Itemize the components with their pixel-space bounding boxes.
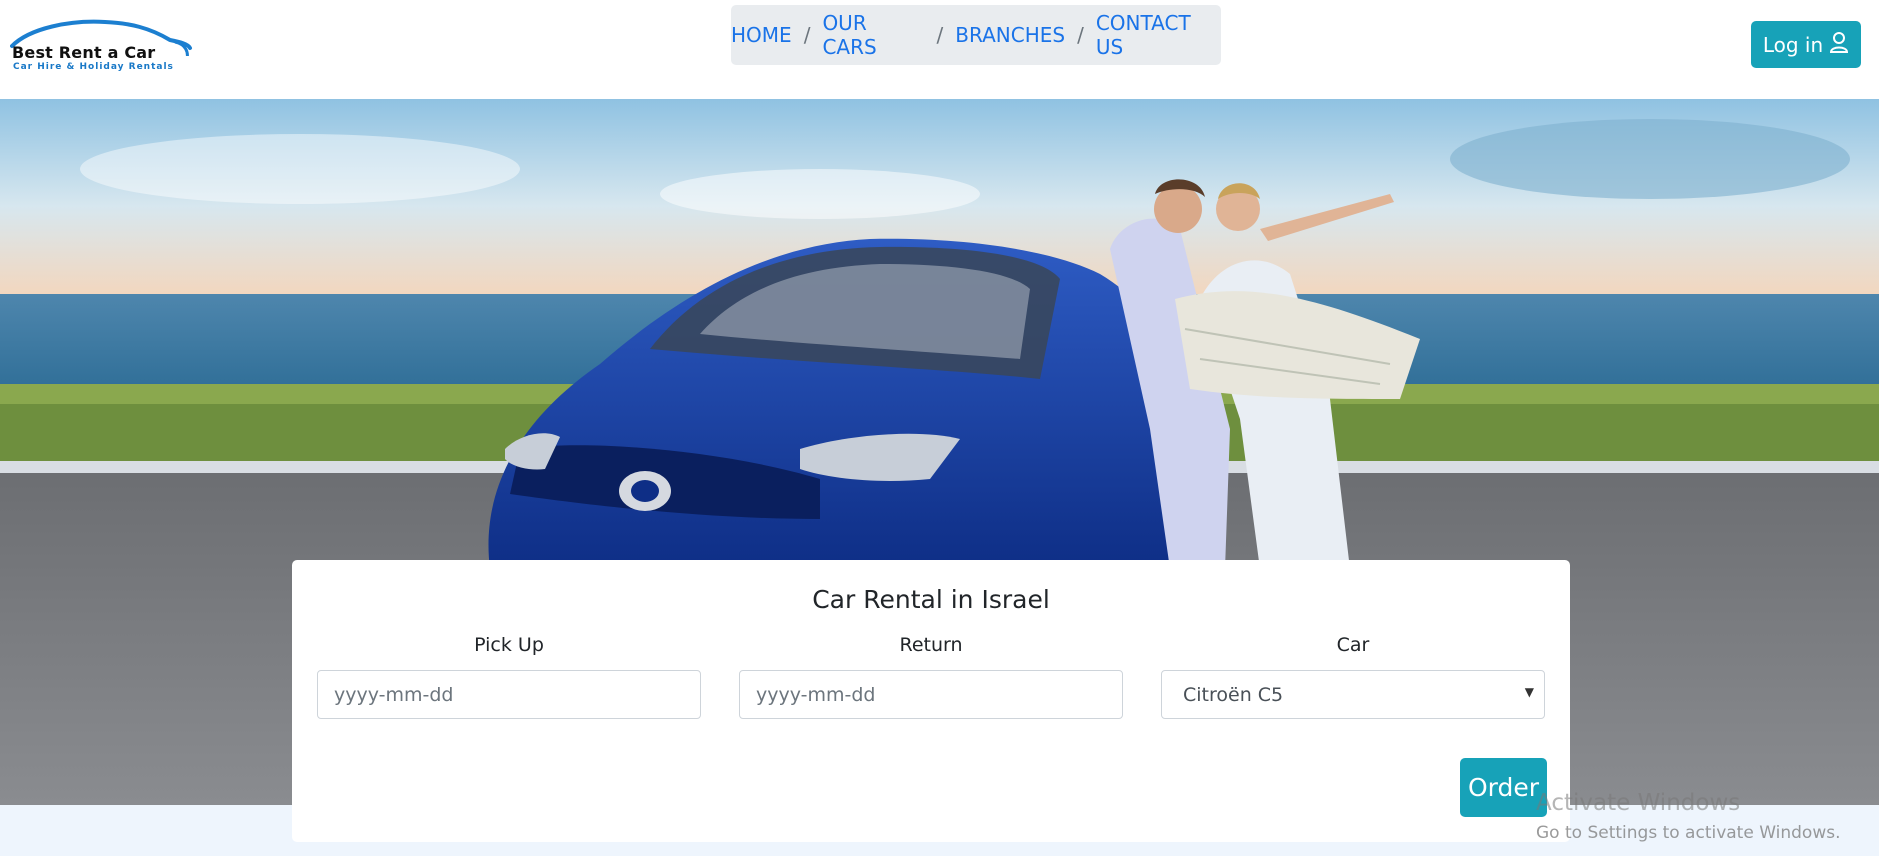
nav-contact-us[interactable]: CONTACT US xyxy=(1096,11,1221,59)
chevron-down-icon: ▼ xyxy=(1524,685,1534,699)
pickup-label: Pick Up xyxy=(474,634,544,656)
nav-separator: / xyxy=(803,23,811,47)
booking-card: Car Rental in Israel Pick Up yyyy-mm-dd … xyxy=(292,560,1570,842)
pickup-placeholder: yyyy-mm-dd xyxy=(334,683,454,706)
order-button[interactable]: Order xyxy=(1460,758,1547,817)
nav-our-cars[interactable]: OUR CARS xyxy=(822,11,924,59)
return-date-input[interactable]: yyyy-mm-dd xyxy=(739,670,1123,719)
login-label: Log in xyxy=(1762,32,1824,57)
booking-title: Car Rental in Israel xyxy=(812,585,1050,614)
windows-watermark-text: Go to Settings to activate Windows. xyxy=(1536,823,1841,843)
user-icon xyxy=(1829,31,1849,58)
nav-separator: / xyxy=(936,23,944,47)
brand-logo[interactable]: Best Rent a Car Car Hire & Holiday Renta… xyxy=(10,16,195,76)
login-button[interactable]: Log in xyxy=(1751,21,1861,68)
windows-watermark-title: Activate Windows xyxy=(1536,790,1741,816)
nav-branches[interactable]: BRANCHES xyxy=(955,23,1065,47)
car-selected-value: Citroën C5 xyxy=(1183,683,1284,706)
car-select[interactable]: Citroën C5 ▼ xyxy=(1161,670,1545,719)
main-nav: HOME / OUR CARS / BRANCHES / CONTACT US xyxy=(731,5,1221,65)
logo-title: Best Rent a Car xyxy=(12,43,156,62)
pickup-date-input[interactable]: yyyy-mm-dd xyxy=(317,670,701,719)
car-label: Car xyxy=(1336,634,1370,656)
return-label: Return xyxy=(899,634,963,656)
nav-separator: / xyxy=(1077,23,1084,47)
logo-subtitle: Car Hire & Holiday Rentals xyxy=(13,62,174,72)
nav-home[interactable]: HOME xyxy=(731,23,792,47)
return-placeholder: yyyy-mm-dd xyxy=(756,683,876,706)
site-header: Best Rent a Car Car Hire & Holiday Renta… xyxy=(0,0,1879,99)
